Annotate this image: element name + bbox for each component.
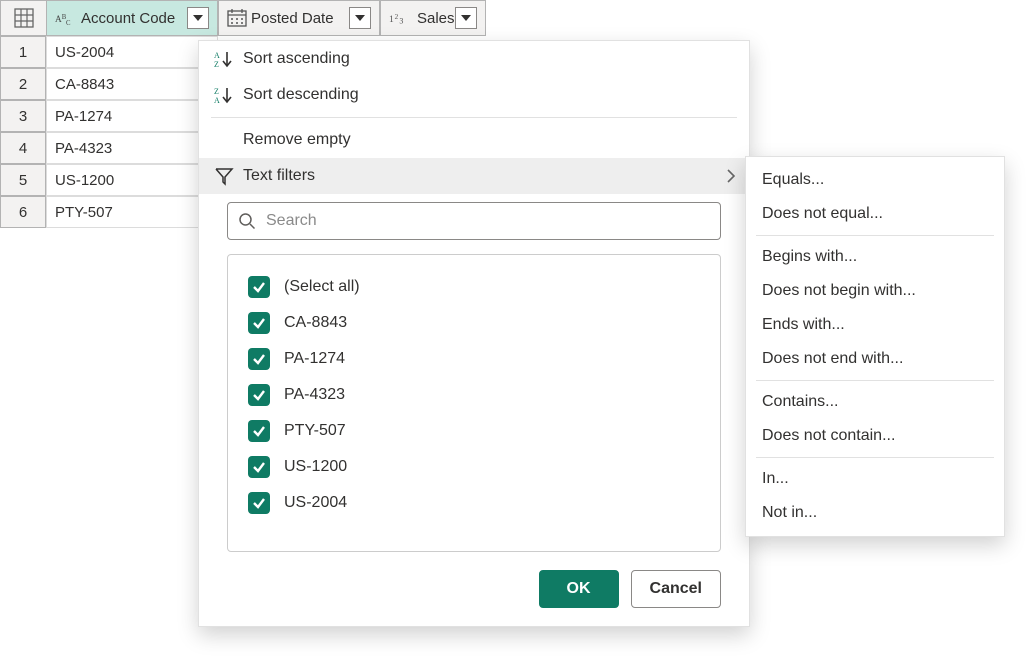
filter-value-label: PTY-507 (284, 422, 346, 440)
svg-text:C: C (66, 20, 71, 27)
filter-value-item[interactable]: US-1200 (248, 449, 700, 485)
text-filter-begins-with[interactable]: Begins with... (746, 240, 1004, 274)
menu-label: Text filters (243, 167, 315, 185)
filter-value-label: CA-8843 (284, 314, 347, 332)
cell-account-code[interactable]: US-2004 (46, 36, 218, 68)
chevron-down-icon (355, 15, 365, 21)
cell-account-code[interactable]: PA-4323 (46, 132, 218, 164)
row-number: 2 (0, 68, 46, 100)
remove-empty[interactable]: Remove empty (199, 122, 749, 158)
checkbox-checked-icon[interactable] (248, 276, 270, 298)
filter-value-item[interactable]: PTY-507 (248, 413, 700, 449)
column-dropdown-button[interactable] (187, 7, 209, 29)
text-filter-contains[interactable]: Contains... (746, 385, 1004, 419)
sort-descending[interactable]: Z A Sort descending (199, 77, 749, 113)
menu-separator (756, 457, 994, 458)
menu-separator (211, 117, 737, 118)
text-filters[interactable]: Text filters (199, 158, 749, 194)
row-number: 4 (0, 132, 46, 164)
text-filter-not-begin-with[interactable]: Does not begin with... (746, 274, 1004, 308)
column-header-posted-date[interactable]: Posted Date (218, 0, 380, 36)
svg-text:Z: Z (214, 60, 219, 69)
menu-label: Sort ascending (243, 50, 350, 68)
sort-asc-icon: A Z (211, 49, 237, 69)
filter-value-label: PA-4323 (284, 386, 345, 404)
menu-separator (756, 380, 994, 381)
cell-account-code[interactable]: CA-8843 (46, 68, 218, 100)
search-input[interactable] (264, 211, 710, 231)
column-label: Sales (417, 10, 455, 27)
filter-value-select-all[interactable]: (Select all) (248, 269, 700, 305)
row-number: 5 (0, 164, 46, 196)
checkbox-checked-icon[interactable] (248, 492, 270, 514)
text-type-icon: A B C (55, 9, 77, 27)
filter-value-label: US-1200 (284, 458, 347, 476)
column-dropdown-button[interactable] (349, 7, 371, 29)
row-number: 3 (0, 100, 46, 132)
ok-button[interactable]: OK (539, 570, 619, 608)
cell-account-code[interactable]: US-1200 (46, 164, 218, 196)
filter-value-item[interactable]: PA-4323 (248, 377, 700, 413)
checkbox-checked-icon[interactable] (248, 384, 270, 406)
filter-value-list: (Select all) CA-8843 PA-1274 PA-4323 PTY… (227, 254, 721, 552)
number-type-icon: 1 2 3 (389, 9, 413, 27)
checkbox-checked-icon[interactable] (248, 456, 270, 478)
column-label: Posted Date (251, 10, 334, 27)
svg-text:1: 1 (389, 14, 394, 25)
menu-label: Sort descending (243, 86, 359, 104)
svg-text:A: A (214, 96, 220, 105)
column-dropdown-button[interactable] (455, 7, 477, 29)
filter-value-label: (Select all) (284, 278, 360, 296)
checkbox-checked-icon[interactable] (248, 420, 270, 442)
date-type-icon (227, 9, 247, 27)
checkbox-checked-icon[interactable] (248, 312, 270, 334)
column-filter-panel: A Z Sort ascending Z A Sort descending R… (198, 40, 750, 627)
table-icon (14, 8, 34, 28)
chevron-right-icon (725, 168, 737, 184)
filter-value-item[interactable]: PA-1274 (248, 341, 700, 377)
row-number: 6 (0, 196, 46, 228)
menu-label: Remove empty (243, 131, 351, 149)
filter-icon (211, 166, 237, 186)
chevron-down-icon (461, 15, 471, 21)
row-number: 1 (0, 36, 46, 68)
svg-text:3: 3 (399, 17, 403, 26)
text-filters-submenu: Equals... Does not equal... Begins with.… (745, 156, 1005, 537)
text-filter-does-not-equal[interactable]: Does not equal... (746, 197, 1004, 231)
text-filter-not-end-with[interactable]: Does not end with... (746, 342, 1004, 376)
filter-search[interactable] (227, 202, 721, 240)
menu-separator (756, 235, 994, 236)
svg-text:A: A (214, 51, 220, 60)
cancel-button[interactable]: Cancel (631, 570, 721, 608)
column-header-sales[interactable]: 1 2 3 Sales (380, 0, 486, 36)
column-headers: A B C Account Code Posted Date 1 2 3 (0, 0, 1026, 36)
sort-desc-icon: Z A (211, 85, 237, 105)
row-header-corner (0, 0, 46, 36)
chevron-down-icon (193, 15, 203, 21)
filter-value-item[interactable]: US-2004 (248, 485, 700, 521)
filter-value-item[interactable]: CA-8843 (248, 305, 700, 341)
cell-account-code[interactable]: PTY-507 (46, 196, 218, 228)
column-label: Account Code (81, 10, 175, 27)
column-header-account-code[interactable]: A B C Account Code (46, 0, 218, 36)
checkbox-checked-icon[interactable] (248, 348, 270, 370)
svg-text:2: 2 (395, 13, 399, 21)
sort-ascending[interactable]: A Z Sort ascending (199, 41, 749, 77)
text-filter-equals[interactable]: Equals... (746, 163, 1004, 197)
text-filter-in[interactable]: In... (746, 462, 1004, 496)
cell-account-code[interactable]: PA-1274 (46, 100, 218, 132)
text-filter-not-in[interactable]: Not in... (746, 496, 1004, 530)
svg-text:Z: Z (214, 87, 219, 96)
search-icon (238, 212, 256, 230)
text-filter-ends-with[interactable]: Ends with... (746, 308, 1004, 342)
filter-value-label: US-2004 (284, 494, 347, 512)
filter-value-label: PA-1274 (284, 350, 345, 368)
text-filter-does-not-contain[interactable]: Does not contain... (746, 419, 1004, 453)
